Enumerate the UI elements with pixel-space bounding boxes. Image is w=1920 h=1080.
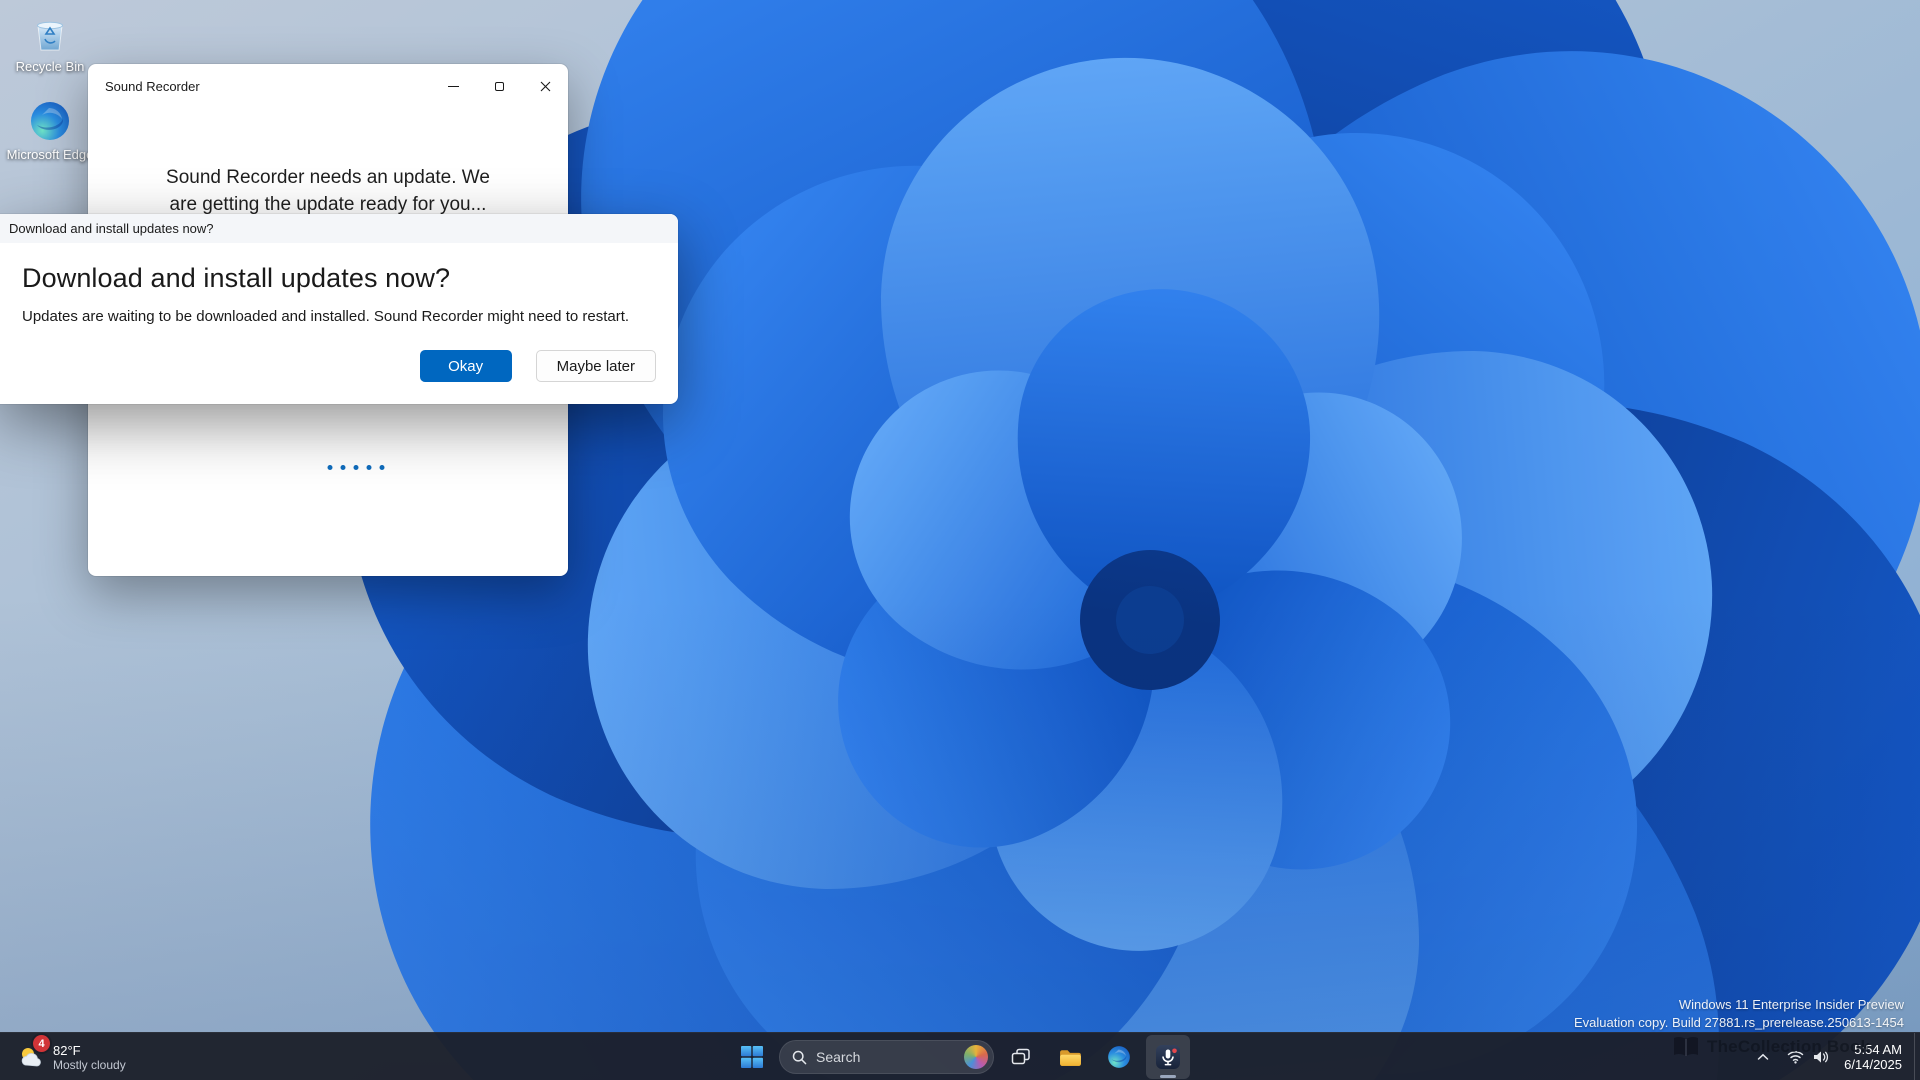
sound-recorder-icon [1156,1045,1180,1069]
dialog-buttons: Okay Maybe later [419,350,656,382]
file-explorer-button[interactable] [1048,1035,1092,1079]
maybe-later-button[interactable]: Maybe later [535,350,656,382]
search-placeholder: Search [816,1049,861,1065]
okay-button[interactable]: Okay [419,350,512,382]
dialog-heading: Download and install updates now? [22,263,451,293]
clock[interactable]: 5:54 AM 6/14/2025 [1838,1042,1914,1072]
taskbar: 4 82°F Mostly cloudy Search 5:54 AM 6/14… [0,1032,1920,1080]
sound-recorder-taskbar-button[interactable] [1146,1035,1190,1079]
tray-overflow-button[interactable] [1748,1035,1778,1079]
active-app-indicator [1160,1075,1176,1078]
widgets-weather-button[interactable]: 4 82°F Mostly cloudy [6,1033,138,1080]
recycle-bin-icon [37,21,63,51]
caption-buttons [430,64,568,108]
search-box[interactable]: Search [779,1040,994,1074]
taskbar-right: 5:54 AM 6/14/2025 [1748,1033,1920,1080]
file-explorer-icon [1059,1049,1081,1066]
edge-icon [1108,1046,1130,1068]
close-icon [540,81,550,91]
clock-time: 5:54 AM [1854,1042,1902,1057]
system-tray-cluster[interactable] [1778,1037,1838,1077]
desktop: Recycle Bin Microsoft Edge Windows 11 En… [0,0,1920,1080]
window-titlebar[interactable]: Sound Recorder [88,64,568,108]
dialog-titlebar[interactable]: Download and install updates now? [0,214,678,243]
progress-dots-loader [327,465,385,470]
start-button[interactable] [730,1035,774,1079]
maximize-button[interactable] [476,64,522,108]
weather-temperature: 82°F [53,1042,81,1058]
watermark-line1: Windows 11 Enterprise Insider Preview [1678,997,1904,1012]
update-message: Sound Recorder needs an update. We are g… [166,167,490,215]
search-highlights-icon [964,1045,988,1069]
desktop-icon-microsoft-edge[interactable]: Microsoft Edge [6,100,94,162]
dialog-titlebar-text: Download and install updates now? [9,221,214,236]
task-view-icon [1011,1048,1030,1065]
edge-icon [31,102,69,140]
windows-logo-icon [741,1046,763,1068]
update-dialog: Download and install updates now? Downlo… [0,214,678,404]
minimize-button[interactable] [430,64,476,108]
minimize-icon [447,85,459,87]
weather-condition: Mostly cloudy [53,1057,126,1072]
close-button[interactable] [522,64,568,108]
insider-watermark: Windows 11 Enterprise Insider Preview Ev… [1574,996,1904,1032]
dialog-text: Updates are waiting to be downloaded and… [22,308,630,325]
watermark-line2: Evaluation copy. Build 27881.rs_prerelea… [1573,1015,1904,1030]
wifi-icon [1787,1051,1804,1064]
chevron-up-icon [1757,1053,1769,1060]
taskbar-center: Search [730,1033,1190,1080]
edge-button[interactable] [1097,1035,1141,1079]
desktop-icon-label: Microsoft Edge [6,147,94,162]
window-title: Sound Recorder [105,78,200,94]
desktop-icon-recycle-bin[interactable]: Recycle Bin [6,10,94,74]
weather-text: 82°F Mostly cloudy [53,1043,126,1072]
volume-icon [1814,1051,1829,1063]
task-view-button[interactable] [999,1035,1043,1079]
notification-badge: 4 [33,1035,50,1052]
desktop-icon-label: Recycle Bin [15,59,85,74]
show-desktop-button[interactable] [1914,1033,1920,1080]
maximize-icon [494,81,504,91]
desktop-icon-list: Recycle Bin Microsoft Edge [6,10,94,162]
search-icon [792,1050,807,1064]
clock-date: 6/14/2025 [1844,1057,1902,1072]
dialog-body: Download and install updates now? Update… [0,243,678,325]
